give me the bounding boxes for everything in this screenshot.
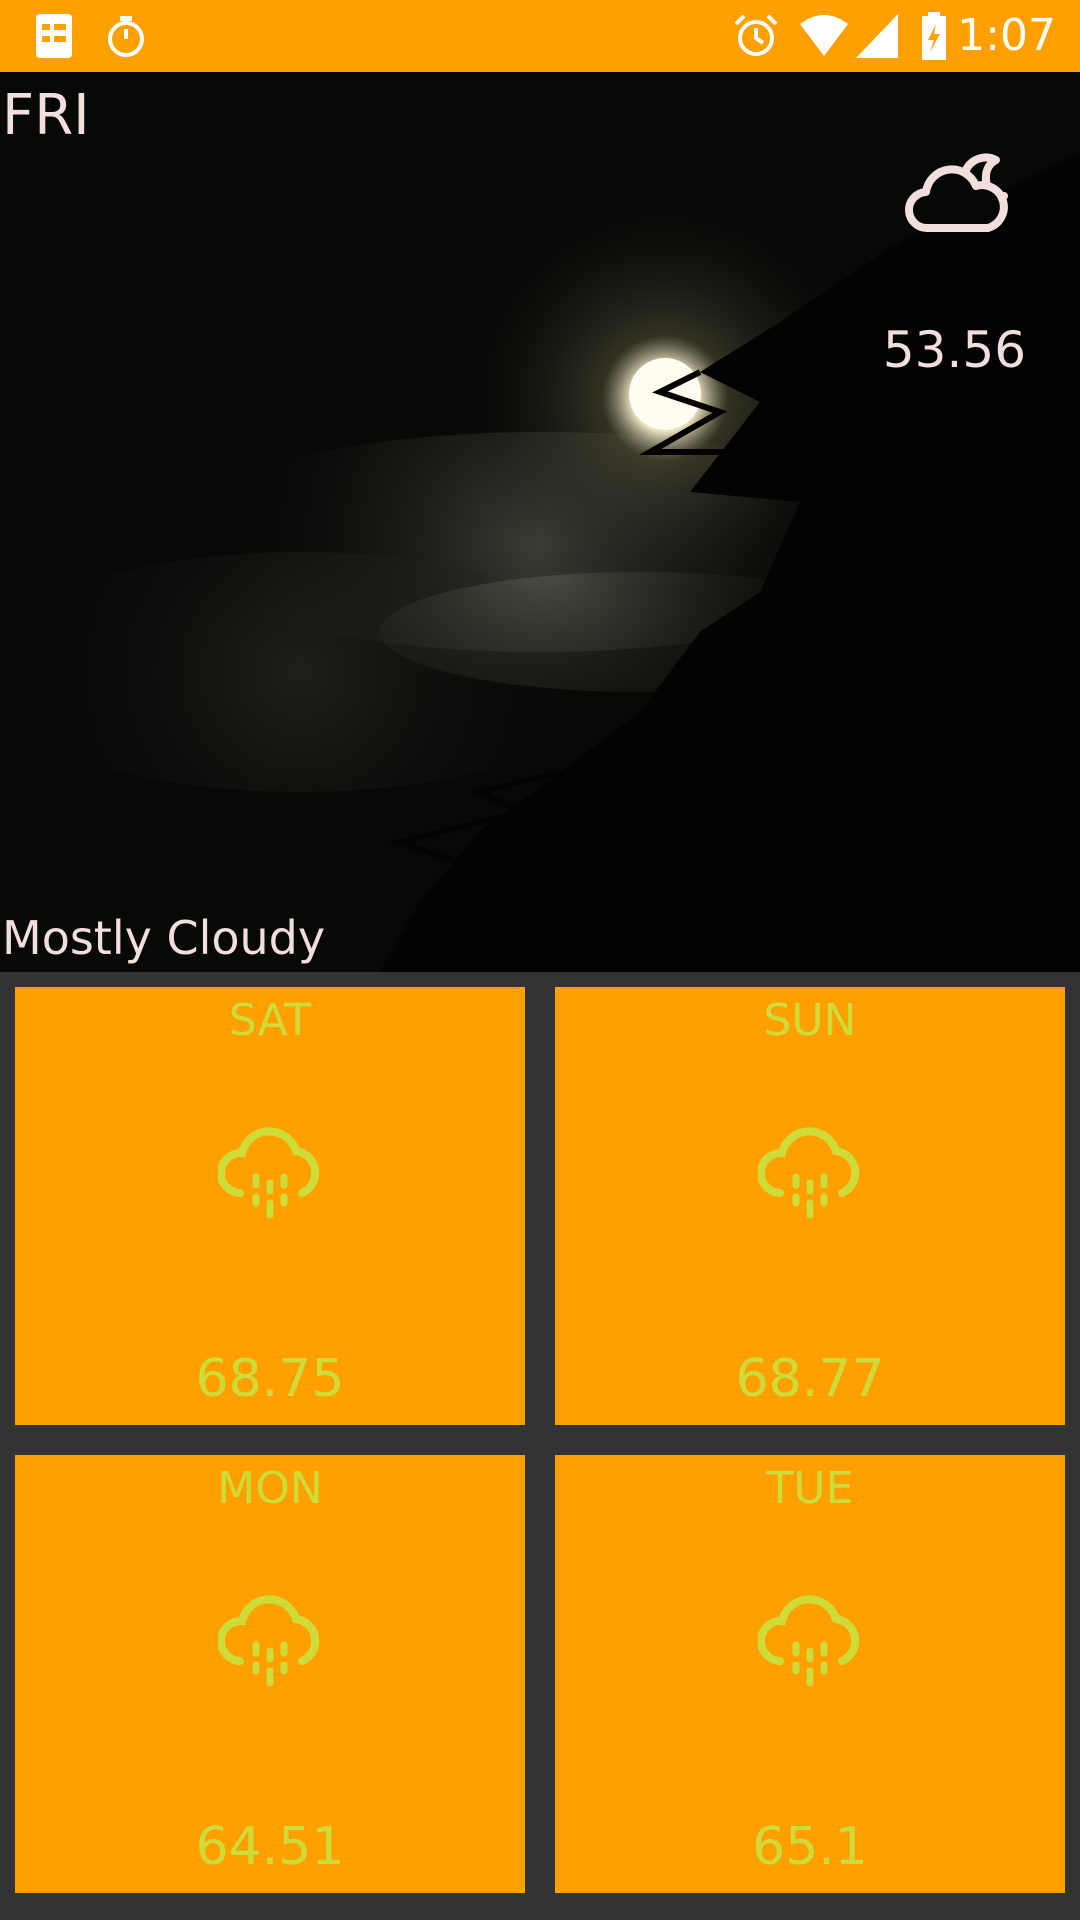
forecast-card-sun[interactable]: SUN 68.77 — [555, 987, 1065, 1425]
forecast-card-tue[interactable]: TUE 65.1 — [555, 1455, 1065, 1893]
partly-cloudy-night-icon — [904, 153, 1008, 233]
status-bar: 1:07 — [0, 0, 1080, 72]
today-temperature: 53.56 — [882, 321, 1026, 379]
forecast-card-sat[interactable]: SAT 68.75 — [15, 987, 525, 1425]
rain-icon — [218, 1127, 320, 1219]
forecast-day-label: MON — [217, 1463, 323, 1514]
forecast-day-label: SAT — [228, 995, 312, 1046]
forecast-temperature: 64.51 — [195, 1817, 345, 1877]
notes-icon — [36, 14, 72, 58]
forecast-card-mon[interactable]: MON 64.51 — [15, 1455, 525, 1893]
today-day-label: FRI — [2, 83, 90, 148]
battery-charging-icon — [922, 12, 946, 60]
forecast-temperature: 68.75 — [195, 1349, 345, 1409]
rain-icon — [758, 1595, 860, 1687]
forecast-day-label: TUE — [766, 1463, 854, 1514]
forecast-day-label: SUN — [763, 995, 857, 1046]
stopwatch-icon — [108, 16, 144, 57]
wifi-icon — [800, 15, 848, 56]
today-condition: Mostly Cloudy — [2, 911, 326, 965]
forecast-temperature: 65.1 — [752, 1817, 868, 1877]
rain-icon — [218, 1595, 320, 1687]
alarm-icon — [734, 14, 778, 56]
forecast-temperature: 68.77 — [735, 1349, 885, 1409]
rain-icon — [758, 1127, 860, 1219]
signal-icon — [856, 14, 898, 58]
clock: 1:07 — [957, 10, 1056, 61]
today-weather-panel[interactable]: FRI 53.56 Mostly Cloudy — [0, 72, 1080, 972]
forecast-grid: SAT 68.75 SUN 68.77 MON 64.51 TUE 65.1 — [0, 972, 1080, 1920]
